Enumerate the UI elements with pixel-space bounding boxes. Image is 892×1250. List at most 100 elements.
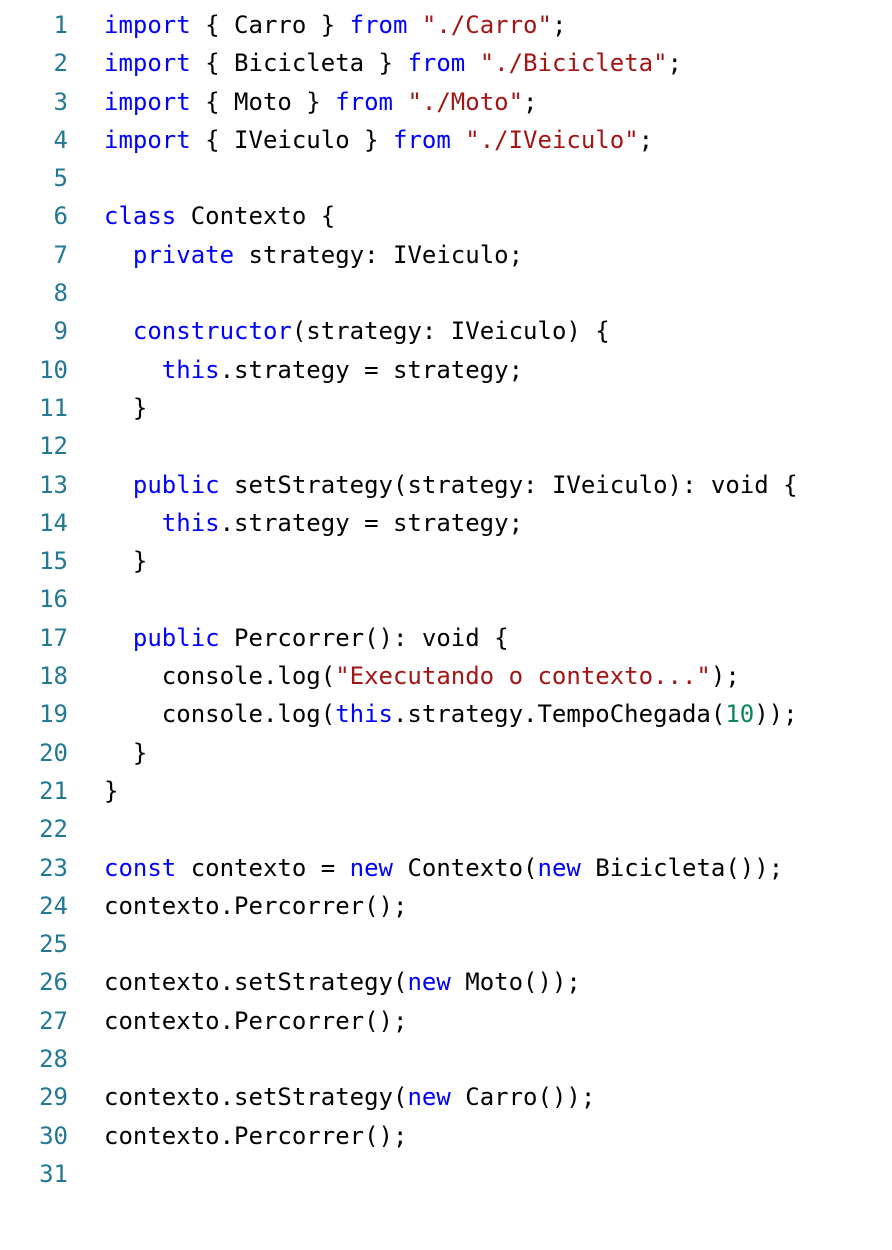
code-text[interactable]: contexto.setStrategy(new Moto()); bbox=[104, 963, 581, 1001]
keyword-token: from bbox=[393, 125, 451, 154]
code-line[interactable]: 18 console.log("Executando o contexto...… bbox=[0, 657, 892, 695]
text-token: contexto.Percorrer(); bbox=[104, 1121, 408, 1150]
code-line[interactable]: 10 this.strategy = strategy; bbox=[0, 351, 892, 389]
line-number: 12 bbox=[39, 432, 68, 461]
keyword-token: new bbox=[407, 1083, 451, 1112]
code-line[interactable]: 27 contexto.Percorrer(); bbox=[0, 1002, 892, 1040]
code-line[interactable]: 13 public setStrategy(strategy: IVeiculo… bbox=[0, 466, 892, 504]
text-token: .strategy = strategy; bbox=[219, 508, 524, 537]
code-line[interactable]: 23 const contexto = new Contexto(new Bici… bbox=[0, 849, 892, 887]
code-line[interactable]: 16 bbox=[0, 580, 892, 618]
line-number: 10 bbox=[39, 355, 68, 384]
text-token: ; bbox=[523, 87, 538, 116]
code-text[interactable]: const contexto = new Contexto(new Bicicl… bbox=[104, 849, 783, 887]
text-token: Carro()); bbox=[450, 1083, 596, 1112]
code-line[interactable]: 3 import { Moto } from "./Moto"; bbox=[0, 83, 892, 121]
code-text[interactable]: } bbox=[104, 389, 147, 427]
keyword-token: from bbox=[335, 87, 393, 116]
string-token: "./Moto" bbox=[407, 87, 524, 116]
code-text[interactable]: import { Bicicleta } from "./Bicicleta"; bbox=[104, 44, 682, 82]
code-line[interactable]: 12 bbox=[0, 427, 892, 465]
code-line[interactable]: 6 class Contexto { bbox=[0, 197, 892, 235]
code-text[interactable]: contexto.setStrategy(new Carro()); bbox=[104, 1078, 595, 1116]
code-line[interactable]: 24 contexto.Percorrer(); bbox=[0, 887, 892, 925]
code-line[interactable]: 30 contexto.Percorrer(); bbox=[0, 1117, 892, 1155]
code-text[interactable]: public Percorrer(): void { bbox=[104, 619, 509, 657]
text-token: contexto = bbox=[176, 853, 350, 882]
text-token: Percorrer(): void { bbox=[219, 623, 509, 652]
code-text[interactable]: } bbox=[104, 542, 147, 580]
code-text[interactable]: } bbox=[104, 734, 147, 772]
code-text[interactable]: this.strategy = strategy; bbox=[104, 504, 523, 542]
line-number: 8 bbox=[53, 279, 68, 308]
code-line[interactable]: 29 contexto.setStrategy(new Carro()); bbox=[0, 1078, 892, 1116]
line-number: 28 bbox=[39, 1045, 68, 1074]
line-number: 21 bbox=[39, 776, 68, 805]
text-token: setStrategy(strategy: IVeiculo): void { bbox=[219, 470, 798, 499]
code-text[interactable]: console.log(this.strategy.TempoChegada(1… bbox=[104, 695, 798, 733]
code-line[interactable]: 26 contexto.setStrategy(new Moto()); bbox=[0, 963, 892, 1001]
code-text[interactable]: import { Carro } from "./Carro"; bbox=[104, 6, 566, 44]
keyword-token: from bbox=[349, 11, 408, 39]
code-line[interactable]: 22 bbox=[0, 810, 892, 848]
line-number: 20 bbox=[39, 738, 68, 767]
text-token: { Bicicleta } bbox=[190, 49, 408, 78]
code-line[interactable]: 15 } bbox=[0, 542, 892, 580]
code-line[interactable]: 1 import { Carro } from "./Carro"; bbox=[0, 6, 892, 44]
code-text[interactable]: constructor(strategy: IVeiculo) { bbox=[104, 312, 610, 350]
text-token: (strategy: IVeiculo) { bbox=[291, 317, 610, 346]
text-token: contexto.setStrategy( bbox=[104, 1083, 408, 1112]
code-line[interactable]: 2 import { Bicicleta } from "./Bicicleta"… bbox=[0, 44, 892, 82]
string-token: "Executando o contexto..." bbox=[335, 662, 711, 691]
text-token: } bbox=[104, 738, 148, 767]
code-editor[interactable]: 1 import { Carro } from "./Carro"; 2 import… bbox=[0, 6, 892, 1250]
code-line[interactable]: 31 bbox=[0, 1155, 892, 1193]
text-token: contexto.setStrategy( bbox=[104, 968, 408, 997]
line-number: 7 bbox=[53, 240, 68, 269]
code-text[interactable]: private strategy: IVeiculo; bbox=[104, 236, 523, 274]
code-line[interactable]: 4 import { IVeiculo } from "./IVeiculo"; bbox=[0, 121, 892, 159]
code-text[interactable]: public setStrategy(strategy: IVeiculo): … bbox=[104, 466, 798, 504]
code-text[interactable]: this.strategy = strategy; bbox=[104, 351, 523, 389]
code-text[interactable]: import { Moto } from "./Moto"; bbox=[104, 83, 538, 121]
code-line[interactable]: 21} bbox=[0, 772, 892, 810]
text-token: { IVeiculo } bbox=[190, 125, 393, 154]
text-token: console.log( bbox=[104, 700, 336, 729]
code-text[interactable]: } bbox=[104, 772, 118, 810]
code-text[interactable]: class Contexto { bbox=[104, 197, 335, 235]
keyword-token: this bbox=[335, 700, 393, 729]
code-line[interactable]: 5 bbox=[0, 159, 892, 197]
text-token: Contexto( bbox=[393, 853, 538, 882]
line-number: 3 bbox=[53, 87, 68, 116]
line-number: 4 bbox=[53, 125, 68, 154]
code-text[interactable]: contexto.Percorrer(); bbox=[104, 1117, 407, 1155]
line-number: 16 bbox=[39, 585, 68, 614]
line-number: 18 bbox=[39, 662, 68, 691]
code-text[interactable]: console.log("Executando o contexto..."); bbox=[104, 657, 740, 695]
code-line[interactable]: 19 console.log(this.strategy.TempoChegad… bbox=[0, 695, 892, 733]
line-number: 26 bbox=[39, 968, 68, 997]
code-text[interactable]: contexto.Percorrer(); bbox=[104, 887, 407, 925]
code-line[interactable]: 25 bbox=[0, 925, 892, 963]
code-line[interactable]: 9 constructor(strategy: IVeiculo) { bbox=[0, 312, 892, 350]
code-line[interactable]: 20 } bbox=[0, 734, 892, 772]
line-number: 27 bbox=[39, 1006, 68, 1035]
keyword-token: public bbox=[132, 623, 220, 652]
code-line[interactable]: 7 private strategy: IVeiculo; bbox=[0, 236, 892, 274]
line-number: 22 bbox=[39, 815, 68, 844]
code-text[interactable]: contexto.Percorrer(); bbox=[104, 1002, 407, 1040]
code-line[interactable]: 28 bbox=[0, 1040, 892, 1078]
keyword-token: import bbox=[104, 125, 191, 154]
code-line[interactable]: 8 bbox=[0, 274, 892, 312]
keyword-token: import bbox=[104, 49, 191, 78]
code-text[interactable]: import { IVeiculo } from "./IVeiculo"; bbox=[104, 121, 653, 159]
line-number: 11 bbox=[39, 393, 68, 422]
keyword-token: public bbox=[132, 470, 220, 499]
code-line[interactable]: 14 this.strategy = strategy; bbox=[0, 504, 892, 542]
keyword-token: constructor bbox=[132, 317, 292, 346]
code-line[interactable]: 17 public Percorrer(): void { bbox=[0, 619, 892, 657]
code-line[interactable]: 11 } bbox=[0, 389, 892, 427]
